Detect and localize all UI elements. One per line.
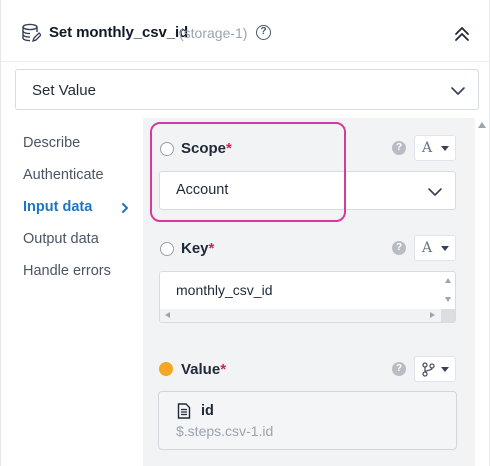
scope-select-value: Account bbox=[176, 182, 229, 198]
caret-down-icon bbox=[441, 146, 449, 151]
step-title: Set monthly_csv_id bbox=[49, 24, 189, 41]
step-header: Set monthly_csv_id (storage-1) ? bbox=[1, 0, 489, 62]
scope-help-icon[interactable]: ? bbox=[392, 141, 406, 155]
form-scrollbar[interactable] bbox=[475, 118, 489, 466]
scroll-down-arrow-icon[interactable] bbox=[445, 297, 451, 302]
value-help-icon[interactable]: ? bbox=[392, 362, 406, 376]
collapse-icon[interactable] bbox=[453, 25, 471, 43]
sidebar: Describe Authenticate Input data Output … bbox=[9, 118, 143, 466]
value-radio[interactable] bbox=[159, 362, 173, 376]
scroll-right-arrow-icon[interactable] bbox=[430, 312, 435, 318]
scope-select[interactable]: Account bbox=[159, 171, 456, 210]
key-textarea[interactable]: monthly_csv_id bbox=[159, 271, 456, 323]
sidebar-item-handle-errors[interactable]: Handle errors bbox=[23, 263, 111, 279]
text-type-icon: A bbox=[422, 140, 433, 156]
text-type-icon: A bbox=[422, 240, 433, 256]
caret-down-icon bbox=[441, 367, 449, 372]
database-icon bbox=[22, 23, 41, 43]
caret-down-icon bbox=[441, 246, 449, 251]
sidebar-item-input-data[interactable]: Input data bbox=[23, 199, 92, 215]
action-select[interactable]: Set Value bbox=[15, 69, 479, 110]
value-reference-title: id bbox=[201, 403, 214, 419]
scope-type-button[interactable]: A bbox=[414, 135, 456, 161]
key-type-button[interactable]: A bbox=[414, 235, 456, 261]
scope-radio[interactable] bbox=[160, 142, 174, 156]
textarea-resize-corner[interactable] bbox=[441, 309, 455, 322]
chevron-down-icon bbox=[428, 188, 442, 196]
textarea-horizontal-scrollbar[interactable] bbox=[160, 309, 444, 322]
value-reference-path: $.steps.csv-1.id bbox=[176, 423, 274, 439]
textarea-vertical-scrollbar[interactable] bbox=[441, 272, 455, 310]
required-marker: * bbox=[220, 361, 227, 378]
sidebar-item-describe[interactable]: Describe bbox=[23, 135, 80, 151]
step-subtitle: (storage-1) bbox=[179, 25, 248, 41]
document-icon bbox=[177, 403, 191, 419]
value-reference-box[interactable]: id $.steps.csv-1.id bbox=[158, 391, 457, 450]
value-label: Value* bbox=[181, 361, 227, 378]
chevron-down-icon bbox=[451, 87, 465, 95]
key-radio[interactable] bbox=[160, 242, 174, 256]
value-type-button[interactable] bbox=[414, 356, 456, 382]
action-select-value: Set Value bbox=[32, 82, 96, 99]
key-label: Key* bbox=[181, 240, 215, 257]
scroll-up-arrow-icon[interactable] bbox=[478, 122, 486, 128]
key-textarea-value: monthly_csv_id bbox=[176, 282, 273, 298]
sidebar-item-output-data[interactable]: Output data bbox=[23, 231, 99, 247]
scope-label: Scope* bbox=[181, 140, 232, 157]
scroll-up-arrow-icon[interactable] bbox=[445, 278, 451, 283]
step-config-panel: Set monthly_csv_id (storage-1) ? Set Val… bbox=[0, 0, 490, 466]
key-help-icon[interactable]: ? bbox=[392, 241, 406, 255]
chevron-right-icon bbox=[122, 203, 128, 213]
help-icon[interactable]: ? bbox=[256, 25, 271, 40]
scroll-left-arrow-icon[interactable] bbox=[165, 312, 170, 318]
branch-icon bbox=[422, 362, 435, 377]
required-marker: * bbox=[208, 240, 215, 257]
required-marker: * bbox=[226, 140, 232, 157]
sidebar-item-authenticate[interactable]: Authenticate bbox=[23, 167, 104, 183]
